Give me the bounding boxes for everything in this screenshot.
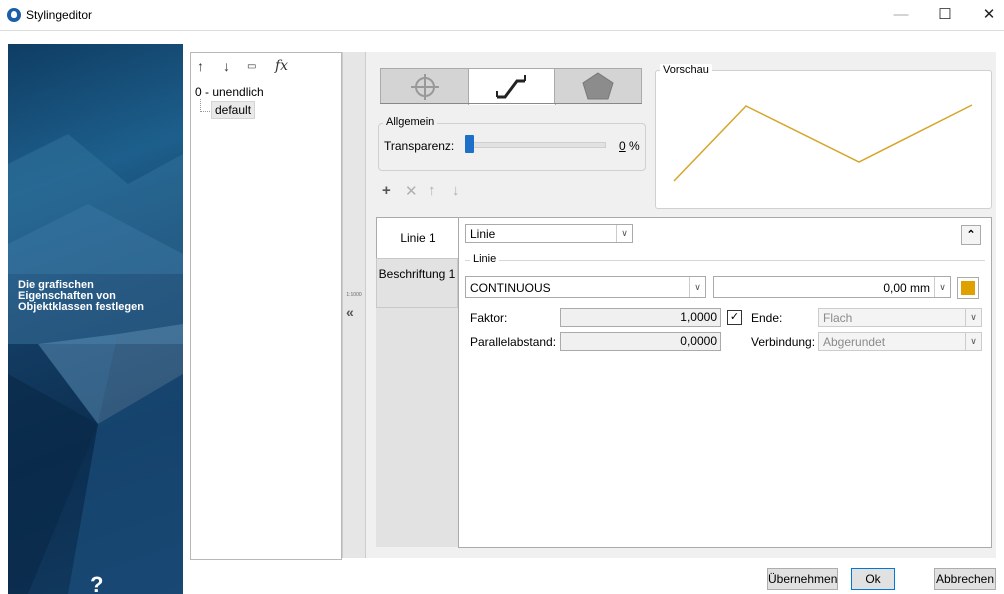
end-cap-select[interactable]: Flach ∨: [818, 308, 982, 327]
expression-icon[interactable]: fx: [275, 58, 288, 74]
app-logo-icon: [7, 8, 21, 22]
linetype-select[interactable]: CONTINUOUS ∨: [465, 276, 706, 298]
join-select[interactable]: Abgerundet ∨: [818, 332, 982, 351]
panel-splitter[interactable]: 1:1000 «: [342, 52, 366, 558]
element-type-select[interactable]: Linie ∨: [465, 224, 633, 243]
help-button[interactable]: ?: [90, 572, 103, 594]
end-cap-value: Flach: [823, 311, 853, 325]
tab-linie-1-label: Linie 1: [400, 231, 436, 245]
landscape-graphic: [8, 134, 183, 594]
line-width-select[interactable]: 0,00 mm ∨: [713, 276, 951, 298]
add-layer-icon[interactable]: +: [382, 182, 391, 199]
join-value: Abgerundet: [823, 335, 886, 349]
tab-point[interactable]: [380, 68, 470, 104]
element-type-value: Linie: [470, 227, 496, 241]
factor-checkbox[interactable]: ✓: [727, 310, 742, 325]
preview-box: [655, 70, 992, 209]
line-width-value: 0,00 mm: [883, 281, 930, 295]
tree-root-item[interactable]: 0 - unendlich: [195, 85, 264, 99]
tab-divider: [380, 103, 642, 104]
color-swatch: [961, 281, 975, 295]
line-symbol-icon: [496, 75, 526, 99]
transparency-label: Transparenz:: [384, 139, 455, 153]
move-up-icon[interactable]: ↑: [197, 58, 204, 74]
transparency-unit: %: [629, 139, 640, 153]
move-down-icon[interactable]: ↓: [223, 58, 230, 74]
subgroup-divider: [465, 260, 985, 261]
join-label: Verbindung:: [751, 335, 816, 349]
sidebar-caption: Die grafischen Eigenschaften von Objektk…: [18, 280, 183, 313]
close-button[interactable]: ✕: [966, 0, 1004, 30]
collapse-section-button[interactable]: ⌃: [961, 225, 981, 245]
preview-line-graphic: [673, 104, 973, 182]
point-symbol-icon: [411, 74, 439, 100]
sidebar-banner: Die grafischen Eigenschaften von Objektk…: [8, 44, 183, 594]
move-layer-up-icon[interactable]: ↑: [428, 182, 436, 199]
tab-beschriftung-1-label: Beschriftung 1: [378, 267, 456, 281]
delete-layer-icon[interactable]: ✕: [405, 182, 418, 200]
area-symbol-icon: [582, 72, 614, 100]
splitter-scale-label: 1:1000: [346, 292, 362, 298]
parallel-offset-label: Parallelabstand:: [470, 335, 557, 349]
tree-item-default[interactable]: default: [211, 101, 256, 119]
tab-line[interactable]: [468, 68, 556, 105]
transparency-slider-track[interactable]: [468, 142, 606, 148]
sidebar-caption-line: Objektklassen festlegen: [18, 301, 144, 313]
chevron-down-icon: ∨: [689, 277, 705, 297]
tab-beschriftung-1[interactable]: Beschriftung 1: [376, 258, 458, 308]
tree-connector: [200, 111, 210, 113]
chevron-down-icon: ∨: [616, 225, 632, 242]
chevron-down-icon: ∨: [965, 333, 981, 350]
maximize-button[interactable]: ☐: [922, 0, 968, 30]
line-subgroup-legend: Linie: [470, 253, 500, 265]
tab-area[interactable]: [554, 68, 642, 104]
line-color-button[interactable]: [957, 277, 979, 299]
section-tabs-filler: [376, 308, 458, 547]
symbol-type-tabs: [380, 68, 642, 105]
scale-icon[interactable]: ▭: [247, 61, 256, 72]
move-layer-down-icon[interactable]: ↓: [452, 182, 460, 199]
section-tabs: Linie 1 Beschriftung 1: [376, 217, 459, 547]
factor-input[interactable]: 1,0000: [560, 308, 721, 327]
collapse-panel-button[interactable]: «: [346, 304, 354, 320]
linetype-value: CONTINUOUS: [470, 281, 551, 295]
preview-legend: Vorschau: [660, 64, 712, 76]
chevron-down-icon: ∨: [965, 309, 981, 326]
section-content-panel: [458, 217, 992, 548]
window-title: Stylingeditor: [26, 8, 93, 22]
cancel-button[interactable]: Abbrechen: [934, 568, 996, 590]
apply-button[interactable]: Übernehmen: [767, 568, 838, 590]
title-bar: [0, 0, 1004, 31]
chevron-down-icon: ∨: [934, 277, 950, 297]
scale-tree-panel: ↑ ↓ ▭ fx 0 - unendlich default: [190, 52, 342, 560]
transparency-value: 0: [619, 139, 626, 153]
end-label: Ende:: [751, 311, 783, 325]
tab-linie-1[interactable]: Linie 1: [376, 217, 459, 259]
ok-button[interactable]: Ok: [851, 568, 895, 590]
general-legend: Allgemein: [383, 116, 438, 128]
factor-label: Faktor:: [470, 311, 508, 325]
transparency-slider-thumb[interactable]: [465, 135, 474, 153]
parallel-offset-input[interactable]: 0,0000: [560, 332, 721, 351]
minimize-button[interactable]: —: [878, 0, 924, 30]
